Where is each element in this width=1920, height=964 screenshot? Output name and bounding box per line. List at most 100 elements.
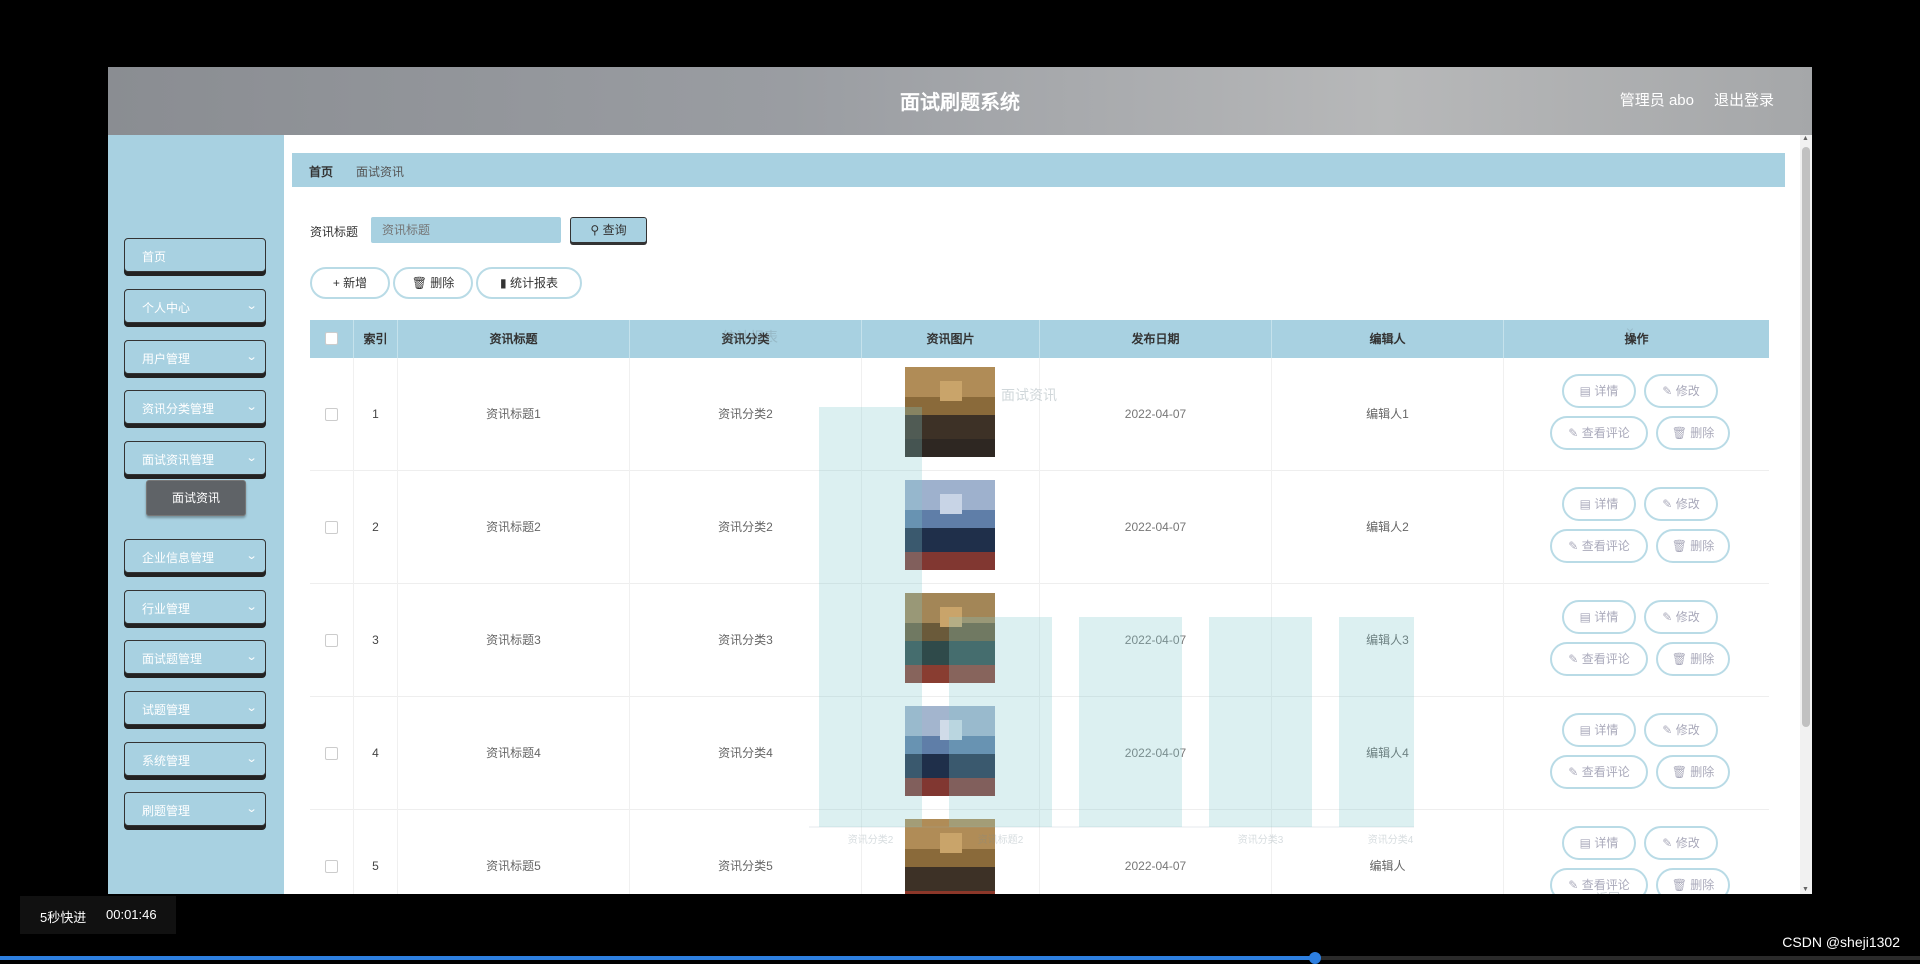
row-checkbox[interactable] <box>325 634 338 647</box>
row-category: 资讯分类3 <box>630 584 862 697</box>
news-thumbnail[interactable] <box>905 480 995 570</box>
detail-button[interactable]: ▤ 详情 <box>1562 600 1636 634</box>
view-comments-button[interactable]: ✎ 查看评论 <box>1550 529 1648 563</box>
sidebar-item-questions[interactable]: 面试题管理 ⌄ <box>124 640 266 674</box>
sidebar-item-home[interactable]: 首页 <box>124 238 266 272</box>
delete-button[interactable]: 🗑 删除 <box>1656 416 1730 450</box>
scrollbar-thumb[interactable] <box>1802 147 1810 727</box>
detail-button[interactable]: ▤ 详情 <box>1562 826 1636 860</box>
pencil-icon: ✎ <box>1568 426 1579 440</box>
sidebar-item-industry[interactable]: 行业管理 ⌄ <box>124 590 266 624</box>
sidebar-subitem-interview-news[interactable]: 面试资讯 <box>146 480 246 516</box>
trash-icon: 🗑 <box>1671 878 1687 892</box>
detail-button[interactable]: ▤ 详情 <box>1562 374 1636 408</box>
trash-icon: 🗑 <box>1671 539 1687 553</box>
chevron-down-icon: ⌄ <box>245 401 258 413</box>
edit-button-label: 修改 <box>1675 497 1700 511</box>
delete-button-label: 删除 <box>1690 426 1715 440</box>
video-progress-bar[interactable] <box>0 952 1920 964</box>
pencil-icon: ✎ <box>1568 765 1579 779</box>
view-comments-button[interactable]: ✎ 查看评论 <box>1550 868 1648 894</box>
logout-link[interactable]: 退出登录 <box>1714 89 1774 110</box>
column-header: 资讯图片 <box>862 320 1040 358</box>
sidebar-item-system[interactable]: 系统管理 ⌄ <box>124 742 266 776</box>
pencil-icon: ✎ <box>1662 836 1673 850</box>
row-editor: 编辑人4 <box>1272 697 1504 810</box>
row-checkbox[interactable] <box>325 521 338 534</box>
row-title: 资讯标题1 <box>398 358 630 471</box>
watermark: CSDN @sheji1302 <box>1782 934 1900 950</box>
trash-icon: 🗑 <box>411 276 427 290</box>
row-title: 资讯标题2 <box>398 471 630 584</box>
select-all-checkbox[interactable] <box>325 332 338 345</box>
delete-button[interactable]: 🗑 删除 <box>1656 529 1730 563</box>
search-input[interactable] <box>371 217 561 243</box>
current-user: 管理员 abo <box>1619 92 1694 109</box>
detail-button[interactable]: ▤ 详情 <box>1562 487 1636 521</box>
sidebar-item-label: 刷题管理 <box>142 804 191 818</box>
news-photo <box>905 367 995 457</box>
sidebar-item-news-category[interactable]: 资讯分类管理 ⌄ <box>124 390 266 424</box>
edit-button[interactable]: ✎ 修改 <box>1644 713 1718 747</box>
row-checkbox[interactable] <box>325 747 338 760</box>
row-checkbox[interactable] <box>325 860 338 873</box>
scroll-up-icon[interactable]: ▲ <box>1802 135 1809 142</box>
pencil-icon: ✎ <box>1662 384 1673 398</box>
view-comments-button[interactable]: ✎ 查看评论 <box>1550 642 1648 676</box>
view-comments-button[interactable]: ✎ 查看评论 <box>1550 416 1648 450</box>
chevron-down-icon: ⌄ <box>245 803 258 815</box>
row-select-cell <box>310 584 354 697</box>
row-actions-cell <box>1504 471 1769 584</box>
edit-button[interactable]: ✎ 修改 <box>1644 826 1718 860</box>
row-checkbox[interactable] <box>325 408 338 421</box>
sidebar-item-label: 个人中心 <box>142 301 191 315</box>
vertical-scrollbar[interactable]: ▲ ▼ <box>1800 135 1812 894</box>
row-editor: 编辑人2 <box>1272 471 1504 584</box>
news-thumbnail[interactable] <box>905 819 995 894</box>
bulk-delete-button[interactable]: 🗑 删除 <box>393 267 473 299</box>
row-index: 2 <box>354 471 398 584</box>
chevron-down-icon: ⌄ <box>245 351 258 363</box>
stats-button-label: 统计报表 <box>509 276 558 290</box>
news-thumbnail[interactable] <box>905 593 995 683</box>
detail-button-label: 详情 <box>1594 497 1619 511</box>
edit-button[interactable]: ✎ 修改 <box>1644 487 1718 521</box>
pencil-icon: ✎ <box>1568 652 1579 666</box>
row-select-cell <box>310 697 354 810</box>
edit-button[interactable]: ✎ 修改 <box>1644 374 1718 408</box>
sidebar-item-company[interactable]: 企业信息管理 ⌄ <box>124 539 266 573</box>
detail-button-label: 详情 <box>1594 384 1619 398</box>
row-editor: 编辑人3 <box>1272 584 1504 697</box>
edit-button-label: 修改 <box>1675 836 1700 850</box>
edit-button[interactable]: ✎ 修改 <box>1644 600 1718 634</box>
breadcrumb-home[interactable]: 首页 <box>309 163 333 180</box>
add-button[interactable]: + 新增 <box>310 267 390 299</box>
delete-button[interactable]: 🗑 删除 <box>1656 755 1730 789</box>
delete-button[interactable]: 🗑 删除 <box>1656 868 1730 894</box>
view-comments-label: 查看评论 <box>1581 652 1630 666</box>
sidebar-item-interview-news[interactable]: 面试资讯管理 ⌄ <box>124 441 266 475</box>
chevron-down-icon: ⌄ <box>245 601 258 613</box>
stats-report-button[interactable]: ▮ 统计报表 <box>476 267 582 299</box>
sidebar-item-label: 用户管理 <box>142 352 191 366</box>
sidebar-item-label: 行业管理 <box>142 602 191 616</box>
sidebar-item-tests[interactable]: 试题管理 ⌄ <box>124 691 266 725</box>
sidebar-item-practice[interactable]: 刷题管理 ⌄ <box>124 792 266 826</box>
delete-button[interactable]: 🗑 删除 <box>1656 642 1730 676</box>
scroll-down-icon[interactable]: ▼ <box>1802 886 1809 893</box>
news-thumbnail[interactable] <box>905 367 995 457</box>
sidebar-item-users[interactable]: 用户管理 ⌄ <box>124 340 266 374</box>
sidebar-item-label: 面试题管理 <box>142 652 203 666</box>
row-category: 资讯分类4 <box>630 697 862 810</box>
row-title: 资讯标题4 <box>398 697 630 810</box>
fast-forward-button[interactable]: 5秒快进 <box>40 907 86 926</box>
detail-button[interactable]: ▤ 详情 <box>1562 713 1636 747</box>
progress-knob[interactable] <box>1309 952 1322 964</box>
sidebar-item-label: 系统管理 <box>142 754 191 768</box>
news-thumbnail[interactable] <box>905 706 995 796</box>
search-button[interactable]: ⚲ 查询 <box>570 217 647 243</box>
row-index: 1 <box>354 358 398 471</box>
delete-button-label: 删除 <box>430 276 455 290</box>
view-comments-button[interactable]: ✎ 查看评论 <box>1550 755 1648 789</box>
sidebar-item-personal-center[interactable]: 个人中心 ⌄ <box>124 289 266 323</box>
